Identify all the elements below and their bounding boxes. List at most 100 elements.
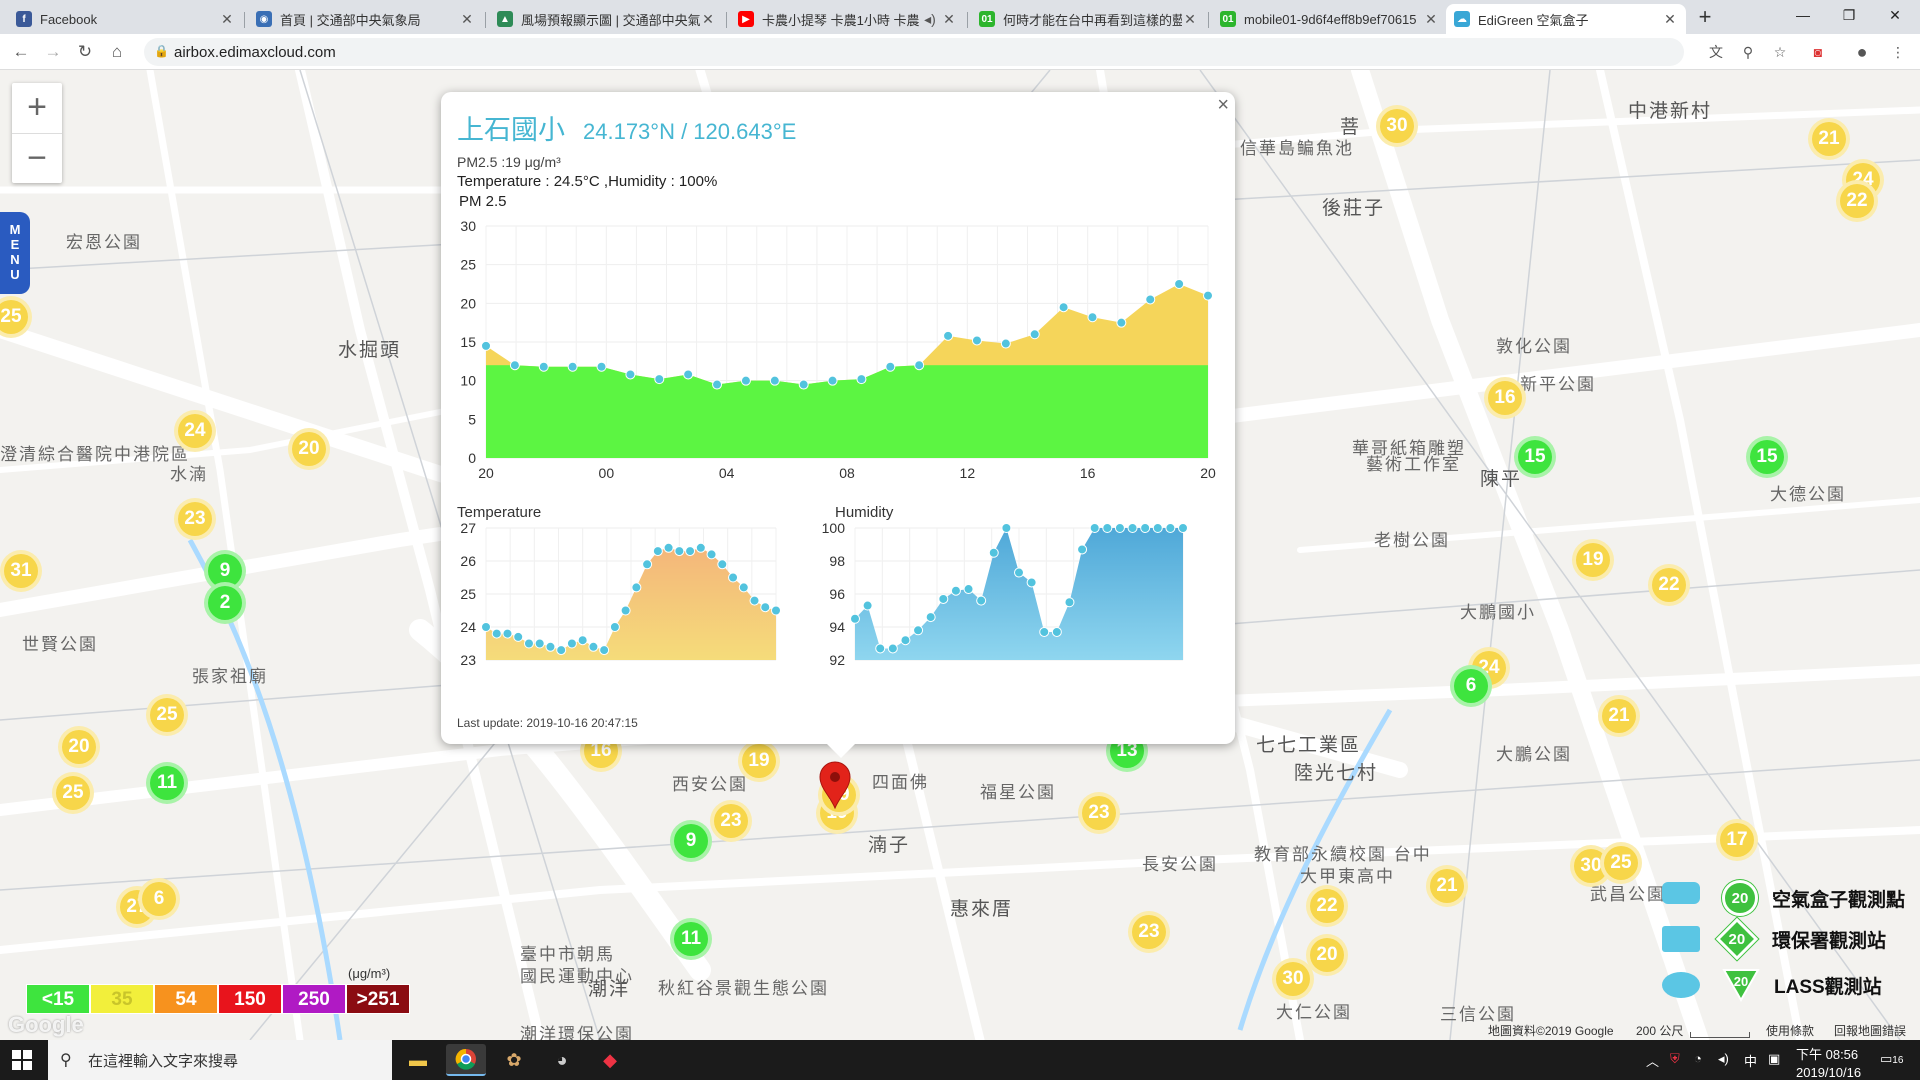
file-explorer-icon[interactable]: ▬ xyxy=(398,1044,438,1076)
bookmark-star-icon[interactable]: ☆ xyxy=(1770,42,1790,62)
antivirus-icon[interactable]: ⛨ xyxy=(1670,1051,1680,1067)
close-tab-icon[interactable]: ✕ xyxy=(1662,11,1678,28)
sensor-cluster[interactable]: 21 xyxy=(1808,118,1850,160)
sensor-cluster[interactable]: 19 xyxy=(738,740,780,782)
sensor-cluster[interactable]: 30 xyxy=(1272,958,1314,1000)
address-bar[interactable]: 🔒 airbox.edimaxcloud.com xyxy=(144,38,1684,66)
close-tab-icon[interactable]: ✕ xyxy=(459,11,475,28)
place-label: 湳子 xyxy=(868,835,911,856)
menu-letter: N xyxy=(10,252,20,267)
sensor-cluster[interactable]: 20 xyxy=(1306,934,1348,976)
place-label: 張家祖廟 xyxy=(192,667,268,686)
sensor-cluster[interactable]: 23 xyxy=(710,800,752,842)
sensor-cluster[interactable]: 11 xyxy=(146,762,188,804)
sensor-cluster[interactable]: 25 xyxy=(146,694,188,736)
terms-link[interactable]: 使用條款 xyxy=(1766,1022,1814,1039)
home-icon[interactable]: ⌂ xyxy=(104,40,130,64)
sensor-cluster[interactable]: 23 xyxy=(174,498,216,540)
data-point xyxy=(717,559,728,570)
tab-youtube[interactable]: ▶ 卡農小提琴 卡農1小時 卡農(◂) ✕ xyxy=(730,4,965,34)
sensor-cluster[interactable]: 20 xyxy=(288,428,330,470)
sensor-cluster[interactable]: 15 xyxy=(1746,436,1788,478)
app-icon[interactable]: ◆ xyxy=(590,1044,630,1076)
zoom-icon[interactable]: ⚲ xyxy=(1738,42,1758,62)
sensor-cluster[interactable]: 22 xyxy=(1836,180,1878,222)
data-point xyxy=(642,559,653,570)
sensor-cluster[interactable]: 21 xyxy=(1598,695,1640,737)
place-label: 後莊子 xyxy=(1322,198,1386,219)
tab-facebook[interactable]: f Facebook ✕ xyxy=(8,4,243,34)
data-point xyxy=(534,638,545,649)
restore-button[interactable]: ❐ xyxy=(1826,0,1872,30)
sensor-cluster[interactable]: 19 xyxy=(1572,539,1614,581)
reload-icon[interactable]: ↻ xyxy=(72,40,98,64)
input-mode-icon[interactable]: ▣ xyxy=(1768,1051,1780,1067)
sensor-cluster[interactable]: 21 xyxy=(1426,865,1468,907)
taskbar-search[interactable]: ⚲ 在這裡輸入文字來搜尋 xyxy=(48,1040,392,1080)
close-tab-icon[interactable]: ✕ xyxy=(1182,11,1198,28)
close-tab-icon[interactable]: ✕ xyxy=(700,11,716,28)
app-icon[interactable]: ✿ xyxy=(494,1044,534,1076)
sensor-cluster[interactable]: 9 xyxy=(670,820,712,862)
sensor-cluster[interactable]: 17 xyxy=(1716,819,1758,861)
data-point xyxy=(798,379,809,390)
zoom-in-button[interactable]: + xyxy=(12,83,62,133)
extension-icon[interactable]: ◙ xyxy=(1808,42,1828,62)
minimize-button[interactable]: — xyxy=(1780,0,1826,30)
sensor-cluster[interactable]: 24 xyxy=(174,410,216,452)
close-window-button[interactable]: ✕ xyxy=(1872,0,1918,30)
sensor-cluster[interactable]: 23 xyxy=(1078,792,1120,834)
sensor-cluster[interactable]: 22 xyxy=(1306,885,1348,927)
show-hidden-icons-icon[interactable]: ︿ xyxy=(1646,1051,1659,1070)
volume-icon[interactable]: ◂) xyxy=(1718,1051,1729,1067)
sensor-cluster[interactable]: 16 xyxy=(1484,377,1526,419)
sensor-cluster[interactable]: 11 xyxy=(670,918,712,960)
menu-button[interactable]: MENU xyxy=(0,212,30,294)
y-tick-label: 30 xyxy=(460,218,476,234)
close-tab-icon[interactable]: ✕ xyxy=(941,11,957,28)
audio-icon[interactable]: ◂) xyxy=(919,11,941,28)
close-tab-icon[interactable]: ✕ xyxy=(1423,11,1439,28)
data-point xyxy=(481,622,491,632)
network-icon[interactable]: ◔ xyxy=(1694,1051,1702,1066)
sensor-cluster[interactable]: 30 xyxy=(1376,105,1418,147)
sensor-cluster[interactable]: 6 xyxy=(1450,665,1492,707)
chrome-icon[interactable] xyxy=(446,1044,486,1076)
sensor-cluster[interactable]: 20 xyxy=(58,726,100,768)
new-tab-button[interactable]: + xyxy=(1692,4,1718,30)
report-map-error-link[interactable]: 回報地圖錯誤 xyxy=(1834,1022,1906,1039)
ime-indicator[interactable]: 中 xyxy=(1744,1051,1757,1070)
translate-icon[interactable]: 文 xyxy=(1706,42,1726,62)
windows-start-icon[interactable] xyxy=(12,1050,32,1070)
data-point xyxy=(509,360,520,371)
map-pin-icon[interactable] xyxy=(818,760,852,810)
sensor-cluster[interactable]: 25 xyxy=(52,772,94,814)
tab-edigreen[interactable]: ☁ EdiGreen 空氣盒子 ✕ xyxy=(1446,4,1686,34)
app-icon[interactable]: ◕ xyxy=(542,1044,582,1076)
sensor-cluster[interactable]: 6 xyxy=(138,878,180,920)
tab-mobile01-b[interactable]: 01 mobile01-9d6f4eff8b9ef70615 ✕ xyxy=(1212,4,1447,34)
clock[interactable]: 下午 08:56 2019/10/16 xyxy=(1796,1044,1861,1080)
sensor-cluster[interactable]: 22 xyxy=(1648,564,1690,606)
profile-icon[interactable]: ● xyxy=(1852,42,1872,62)
back-icon[interactable]: ← xyxy=(8,40,34,64)
data-point xyxy=(1087,312,1098,323)
sensor-cluster[interactable]: 31 xyxy=(0,550,42,592)
close-popup-button[interactable]: × xyxy=(1217,94,1229,117)
tab-mobile01-a[interactable]: 01 何時才能在台中再看到這樣的藍 ✕ xyxy=(971,4,1206,34)
sensor-cluster[interactable]: 15 xyxy=(1514,436,1556,478)
close-tab-icon[interactable]: ✕ xyxy=(219,11,235,28)
sensor-cluster[interactable]: 2 xyxy=(204,582,246,624)
data-point xyxy=(900,635,911,646)
notifications-icon[interactable]: ▭16 xyxy=(1880,1051,1903,1067)
zoom-out-button[interactable]: − xyxy=(12,133,62,183)
tab-wind-map[interactable]: ▲ 風場預報顯示圖 | 交通部中央氣象 ✕ xyxy=(489,4,724,34)
data-point xyxy=(850,613,860,624)
tab-cwb[interactable]: ◉ 首頁 | 交通部中央氣象局 ✕ xyxy=(248,4,483,34)
forward-icon[interactable]: → xyxy=(40,40,66,64)
y-tick-label: 94 xyxy=(829,619,845,635)
map-canvas[interactable]: 水掘頭 世賢公園 宏恩公園 張家祖廟 後莊子 菩 中港新村 敦化公園 新平公園 … xyxy=(0,70,1920,1040)
sensor-cluster[interactable]: 25 xyxy=(1600,842,1642,884)
more-menu-icon[interactable]: ⋮ xyxy=(1888,42,1908,62)
sensor-cluster[interactable]: 23 xyxy=(1128,911,1170,953)
